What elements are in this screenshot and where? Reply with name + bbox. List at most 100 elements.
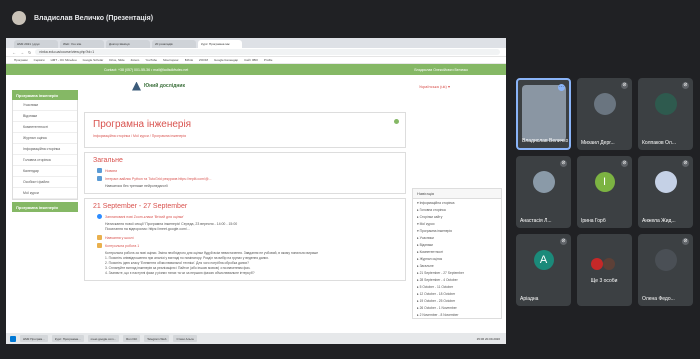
bookmark[interactable]: YouTube — [145, 58, 157, 62]
taskbar-item[interactable]: НМК Програм... — [20, 335, 48, 342]
windows-start-icon[interactable] — [10, 335, 16, 342]
nav-tree-item[interactable]: ▸ 26 October - 1 November — [413, 304, 501, 311]
nav-tree-item[interactable]: ▸ 5 October - 11 October — [413, 283, 501, 290]
participant-avatar — [654, 170, 677, 193]
left-nav-item[interactable]: Інформаційна сторінка — [13, 144, 77, 155]
resource-item[interactable]: Контрольна робота 1 — [97, 243, 397, 248]
resource-link[interactable]: Навчання у школі — [105, 236, 133, 240]
taskbar-item[interactable]: Telegram Web — [144, 335, 170, 342]
nav-tree-item[interactable]: ▸ 21 September - 27 September — [413, 269, 501, 276]
resource-link[interactable]: Контрольна робота 1 — [105, 244, 139, 248]
left-nav-item[interactable]: Календар — [13, 166, 77, 177]
participant-initial: А — [533, 249, 554, 270]
breadcrumb[interactable]: Інформаційна сторінка / Мої курси / Прог… — [93, 134, 397, 138]
site-user-menu[interactable]: Владислав Олексійович Величко — [414, 68, 468, 72]
participant-tile[interactable]: ⊘ Анастасія Л... — [516, 156, 571, 228]
language-select[interactable]: Українська (uk) ▾ — [419, 84, 450, 89]
resource-item[interactable]: Інтеракт-вайлик Python та TutoGrid рекур… — [97, 176, 397, 181]
logo-text: Юний дослідник — [144, 83, 185, 89]
bookmark[interactable]: ZOOM — [199, 58, 208, 62]
participant-tile[interactable]: А ⊘ Аріадна — [516, 234, 571, 306]
participant-photo — [532, 170, 555, 193]
more-options-icon[interactable]: ⋯ — [558, 84, 565, 91]
forward-icon[interactable]: → — [20, 50, 24, 55]
bookmark[interactable]: Google Scholar — [83, 58, 104, 62]
browser-tab-active[interactable]: Курс: Програмна інж — [198, 40, 242, 48]
left-nav-item[interactable]: Особисті файли — [13, 177, 77, 188]
left-nav-item[interactable]: Відзнаки — [13, 111, 77, 122]
gear-icon[interactable] — [394, 119, 399, 124]
resource-link[interactable]: Заплановані нові Zoom-класи 'Втіхий для … — [105, 215, 184, 219]
nav-tree-item[interactable]: ▸ Журнал оцінок — [413, 255, 501, 262]
nav-tree-item[interactable]: ▾ Інформаційна сторінка — [413, 199, 501, 206]
taskbar-item[interactable]: Курс: Програмна... — [51, 335, 84, 342]
zoom-icon — [97, 214, 102, 219]
reload-icon[interactable]: ↻ — [28, 50, 31, 55]
browser-tab[interactable]: Доктор Шевчук — [106, 40, 150, 48]
nav-tree-item[interactable]: ▸ Компетентності — [413, 248, 501, 255]
navigation-head: Навігація — [413, 189, 501, 199]
left-nav-item[interactable]: Компетентності — [13, 122, 77, 133]
group-avatar — [603, 258, 615, 270]
nav-tree-item[interactable]: ▸ 28 September - 4 October — [413, 276, 501, 283]
bookmark[interactable]: Zotero — [131, 58, 140, 62]
section-title: 21 September - 27 September — [93, 203, 188, 210]
left-nav-head[interactable]: Програмна інженерія — [12, 90, 78, 100]
left-nav-item[interactable]: Мої курси — [13, 188, 77, 199]
taskbar-clock: 15:06 20.09.2020 — [476, 336, 500, 341]
bookmark[interactable]: НМТ - ОС Мільйон — [51, 58, 77, 62]
nav-tree-item[interactable]: ▸ 12 October - 18 October — [413, 290, 501, 297]
resource-link[interactable]: Інтеракт-вайлик Python та TutoGrid рекур… — [105, 177, 211, 181]
nav-tree-item[interactable]: ▸ Сторінки сайту — [413, 213, 501, 220]
participant-video — [521, 84, 566, 141]
participant-tile[interactable]: ⋯ Владислав Величко — [516, 78, 571, 150]
taskbar-item[interactable]: Run Dirt — [123, 335, 141, 342]
nav-tree-item[interactable]: ▸ Відзнаки — [413, 241, 501, 248]
participant-name: Олена Федо... — [642, 296, 675, 302]
course-main: Програмна інженерія Інформаційна сторінк… — [84, 112, 406, 281]
participant-tile[interactable]: І ⊘ Ірина Горб — [577, 156, 632, 228]
nav-tree-item[interactable]: ▸ Головна сторінка — [413, 206, 501, 213]
site-header: Юний дослідник Українська (uk) ▾ — [6, 75, 506, 97]
bookmark[interactable]: Сайт ЗВО — [244, 58, 258, 62]
participant-tile[interactable]: ⊘ Колпаков Ол... — [638, 78, 693, 150]
site-logo[interactable]: Юний дослідник — [132, 81, 185, 91]
bookmark[interactable]: Google Календар — [214, 58, 238, 62]
resource-link[interactable]: Новини — [105, 169, 117, 173]
bookmark[interactable]: Програми — [14, 58, 28, 62]
bookmark[interactable]: Profile — [264, 58, 273, 62]
link-icon — [97, 176, 102, 181]
browser-tab[interactable]: НМК 2021 | друк — [14, 40, 58, 48]
nav-tree-item[interactable]: ▸ 19 October - 25 October — [413, 297, 501, 304]
shared-screen: НМК 2021 | друк Web: You site Доктор Шев… — [6, 38, 506, 344]
browser-tab[interactable]: Web: You site — [60, 40, 104, 48]
taskbar-item[interactable]: Стахи Альта — [173, 335, 197, 342]
group-avatar — [591, 258, 603, 270]
left-nav-item[interactable]: Головна сторінка — [13, 155, 77, 166]
participant-tile-group[interactable]: Ще 3 особи — [577, 234, 632, 306]
nav-tree-item[interactable]: ▸ Учасники — [413, 234, 501, 241]
meeting-topbar: Владислав Величко (Презентація) — [0, 0, 700, 36]
course-section: Загальне Новини Інтеракт-вайлик Python т… — [84, 152, 406, 194]
bookmark[interactable]: Drive, Slide — [109, 58, 124, 62]
nav-tree-item[interactable]: ▸ Загальне — [413, 262, 501, 269]
resource-item[interactable]: Навчання у школі — [97, 235, 397, 240]
bookmark[interactable]: Біблія — [185, 58, 193, 62]
bookmark[interactable]: Моніторинг — [163, 58, 179, 62]
nav-tree-item[interactable]: ▾ Мої курси — [413, 220, 501, 227]
nav-tree-item[interactable]: ▸ 2 November - 8 November — [413, 311, 501, 318]
nav-tree-item[interactable]: ▾ Програмна інженерія — [413, 227, 501, 234]
participant-tile[interactable]: ⊘ Анжела Жид... — [638, 156, 693, 228]
participant-tile[interactable]: ⊘ Олена Федо... — [638, 234, 693, 306]
url-input[interactable]: ninka.edu.ua/course/view.php?id=1 — [35, 49, 500, 55]
resource-item[interactable]: Заплановані нові Zoom-класи 'Втіхий для … — [97, 214, 397, 219]
left-nav-footer[interactable]: Програмна інженерія — [12, 202, 78, 212]
resource-item[interactable]: Новини — [97, 168, 397, 173]
taskbar-item[interactable]: meet.google.com... — [87, 335, 120, 342]
bookmark[interactable]: Сервіси — [34, 58, 45, 62]
participant-tile[interactable]: ⊘ Михаил Дерг... — [577, 78, 632, 150]
back-icon[interactable]: ← — [12, 50, 16, 55]
left-nav-item[interactable]: Учасники — [13, 100, 77, 111]
left-nav-item[interactable]: Журнал оцінок — [13, 133, 77, 144]
browser-tab[interactable]: 20 розкладів — [152, 40, 196, 48]
